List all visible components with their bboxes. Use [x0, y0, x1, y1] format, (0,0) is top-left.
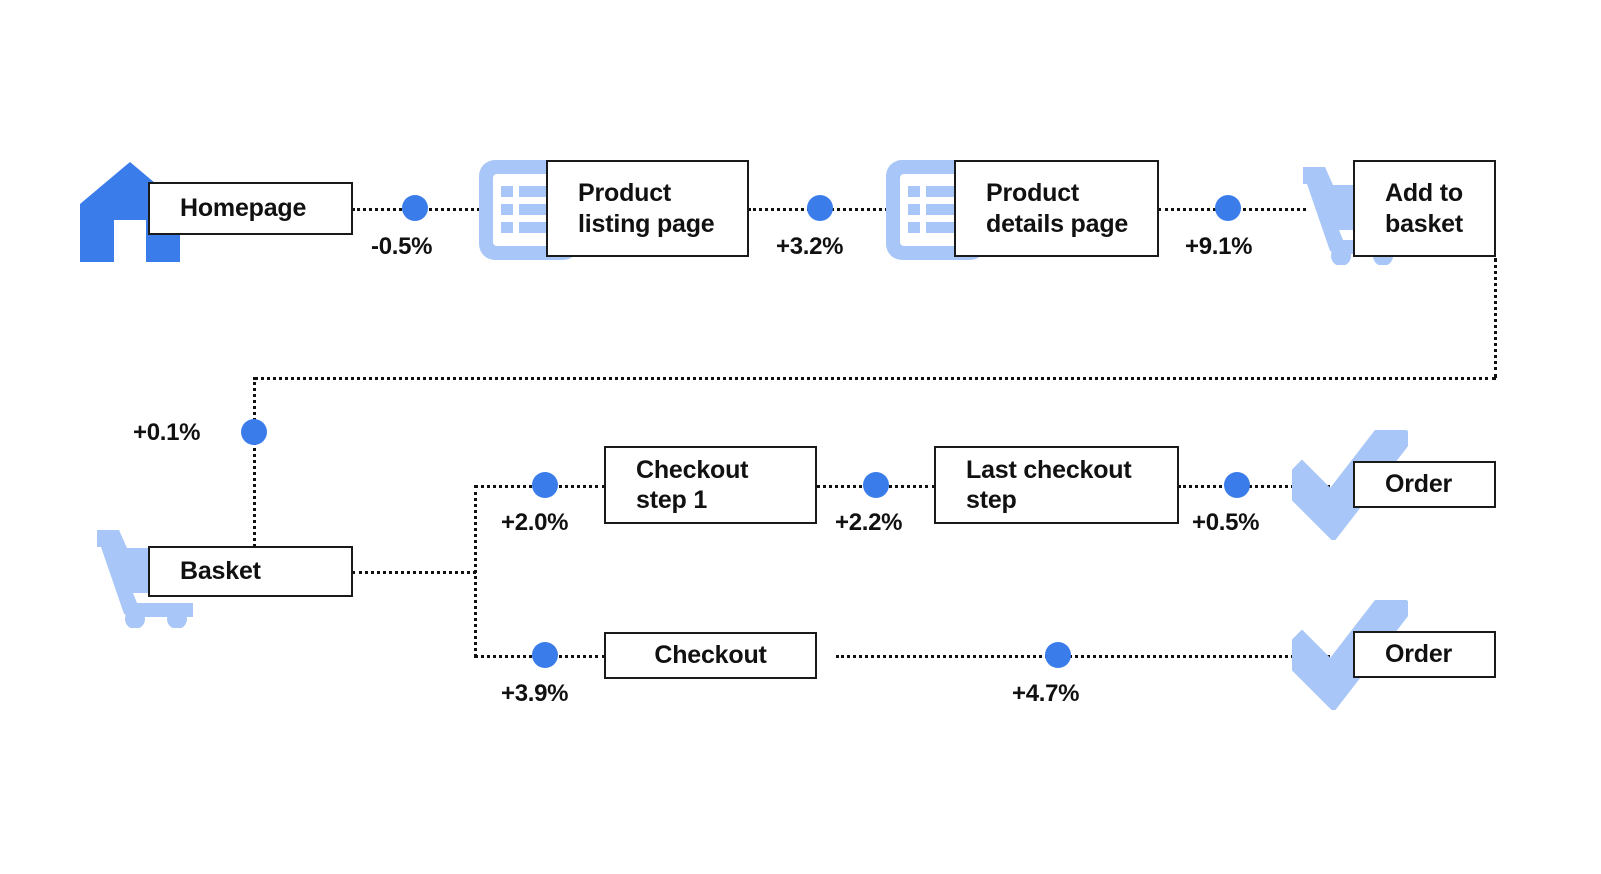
node-label: Basket [180, 557, 261, 586]
node-basket[interactable]: Basket [148, 546, 353, 597]
transition-dot-addbasket-to-basket[interactable] [241, 419, 267, 445]
node-label: Order [1385, 640, 1453, 669]
node-label: Last checkout step [966, 455, 1132, 515]
transition-dot-listing-to-details[interactable] [807, 195, 833, 221]
connector-checkout-to-order [836, 655, 1354, 658]
node-product-listing-page[interactable]: Product listing page [546, 160, 749, 257]
node-order-bottom[interactable]: Order [1353, 631, 1496, 678]
node-add-to-basket[interactable]: Add to basket [1353, 160, 1496, 257]
node-label: Homepage [180, 194, 307, 223]
transition-dot-checkout-to-order[interactable] [1045, 642, 1071, 668]
transition-dot-basket-to-checkout[interactable] [532, 642, 558, 668]
transition-dot-step1-to-last-step[interactable] [863, 472, 889, 498]
transition-label-basket-to-step1: +2.0% [501, 509, 569, 536]
node-last-checkout-step[interactable]: Last checkout step [934, 446, 1179, 524]
connector-basket-out [352, 571, 476, 574]
node-checkout-step-1[interactable]: Checkout step 1 [604, 446, 817, 524]
transition-label-last-step-to-order: +0.5% [1192, 509, 1260, 536]
transition-label-listing-to-details: +3.2% [776, 233, 844, 260]
transition-label-basket-to-checkout: +3.9% [501, 680, 569, 707]
transition-dot-details-to-basket[interactable] [1215, 195, 1241, 221]
node-label: Checkout step 1 [636, 455, 749, 515]
node-product-details-page[interactable]: Product details page [954, 160, 1159, 257]
node-label: Checkout [654, 641, 767, 670]
connector-basket-down [253, 377, 256, 547]
connector-branch-vertical [474, 485, 477, 657]
node-label: Order [1385, 470, 1453, 499]
transition-label-checkout-to-order: +4.7% [1012, 680, 1080, 707]
transition-label-details-to-basket: +9.1% [1185, 233, 1253, 260]
funnel-diagram: Homepage Product listing page Product de… [0, 0, 1601, 874]
transition-dot-basket-to-step1[interactable] [532, 472, 558, 498]
transition-label-homepage-to-listing: -0.5% [371, 233, 433, 260]
node-order-top[interactable]: Order [1353, 461, 1496, 508]
node-label: Product details page [986, 179, 1129, 238]
node-homepage[interactable]: Homepage [148, 182, 353, 235]
node-checkout[interactable]: Checkout [604, 632, 817, 679]
connector-addbasket-down [1494, 258, 1497, 378]
node-label: Add to basket [1385, 179, 1464, 238]
transition-dot-last-step-to-order[interactable] [1224, 472, 1250, 498]
connector-addbasket-across [254, 377, 1496, 380]
transition-dot-homepage-to-listing[interactable] [402, 195, 428, 221]
transition-label-step1-to-last-step: +2.2% [835, 509, 903, 536]
node-label: Product listing page [578, 179, 715, 238]
transition-label-addbasket-to-basket: +0.1% [133, 419, 201, 446]
